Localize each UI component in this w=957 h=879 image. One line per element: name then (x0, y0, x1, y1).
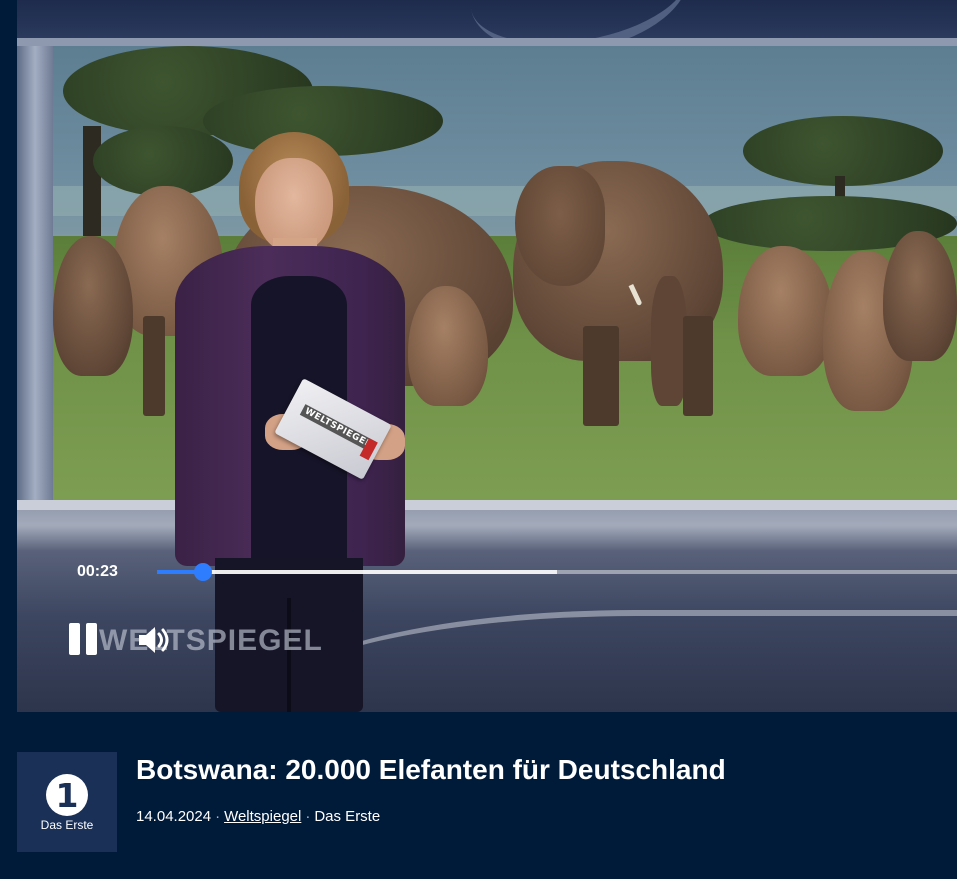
current-time: 00:23 (77, 563, 118, 580)
elephant (738, 246, 833, 376)
volume-icon (139, 627, 169, 653)
progress-buffered (157, 570, 557, 574)
video-player[interactable]: WELTSPIEGEL 00:23 WELTSPIEGEL (17, 0, 957, 712)
pause-button[interactable] (69, 623, 99, 655)
channel-name: Das Erste (314, 808, 381, 825)
program-link[interactable]: Weltspiegel (224, 808, 301, 825)
elephant (883, 231, 957, 361)
studio-screen-frame (17, 38, 957, 46)
das-erste-logo-icon: 1 (46, 774, 88, 816)
program-watermark: WELTSPIEGEL (99, 624, 323, 657)
video-title: Botswana: 20.000 Elefanten für Deutschla… (136, 754, 726, 785)
studio-pillar (17, 46, 53, 502)
video-meta: 14.04.2024 · Weltspiegel · Das Erste (136, 808, 381, 825)
publish-date: 14.04.2024 (136, 808, 212, 825)
progress-bar[interactable] (157, 563, 957, 581)
channel-logo-label: Das Erste (40, 818, 94, 832)
channel-logo[interactable]: 1 Das Erste (17, 752, 117, 852)
volume-button[interactable] (137, 624, 177, 656)
elephant-calf (408, 286, 488, 406)
